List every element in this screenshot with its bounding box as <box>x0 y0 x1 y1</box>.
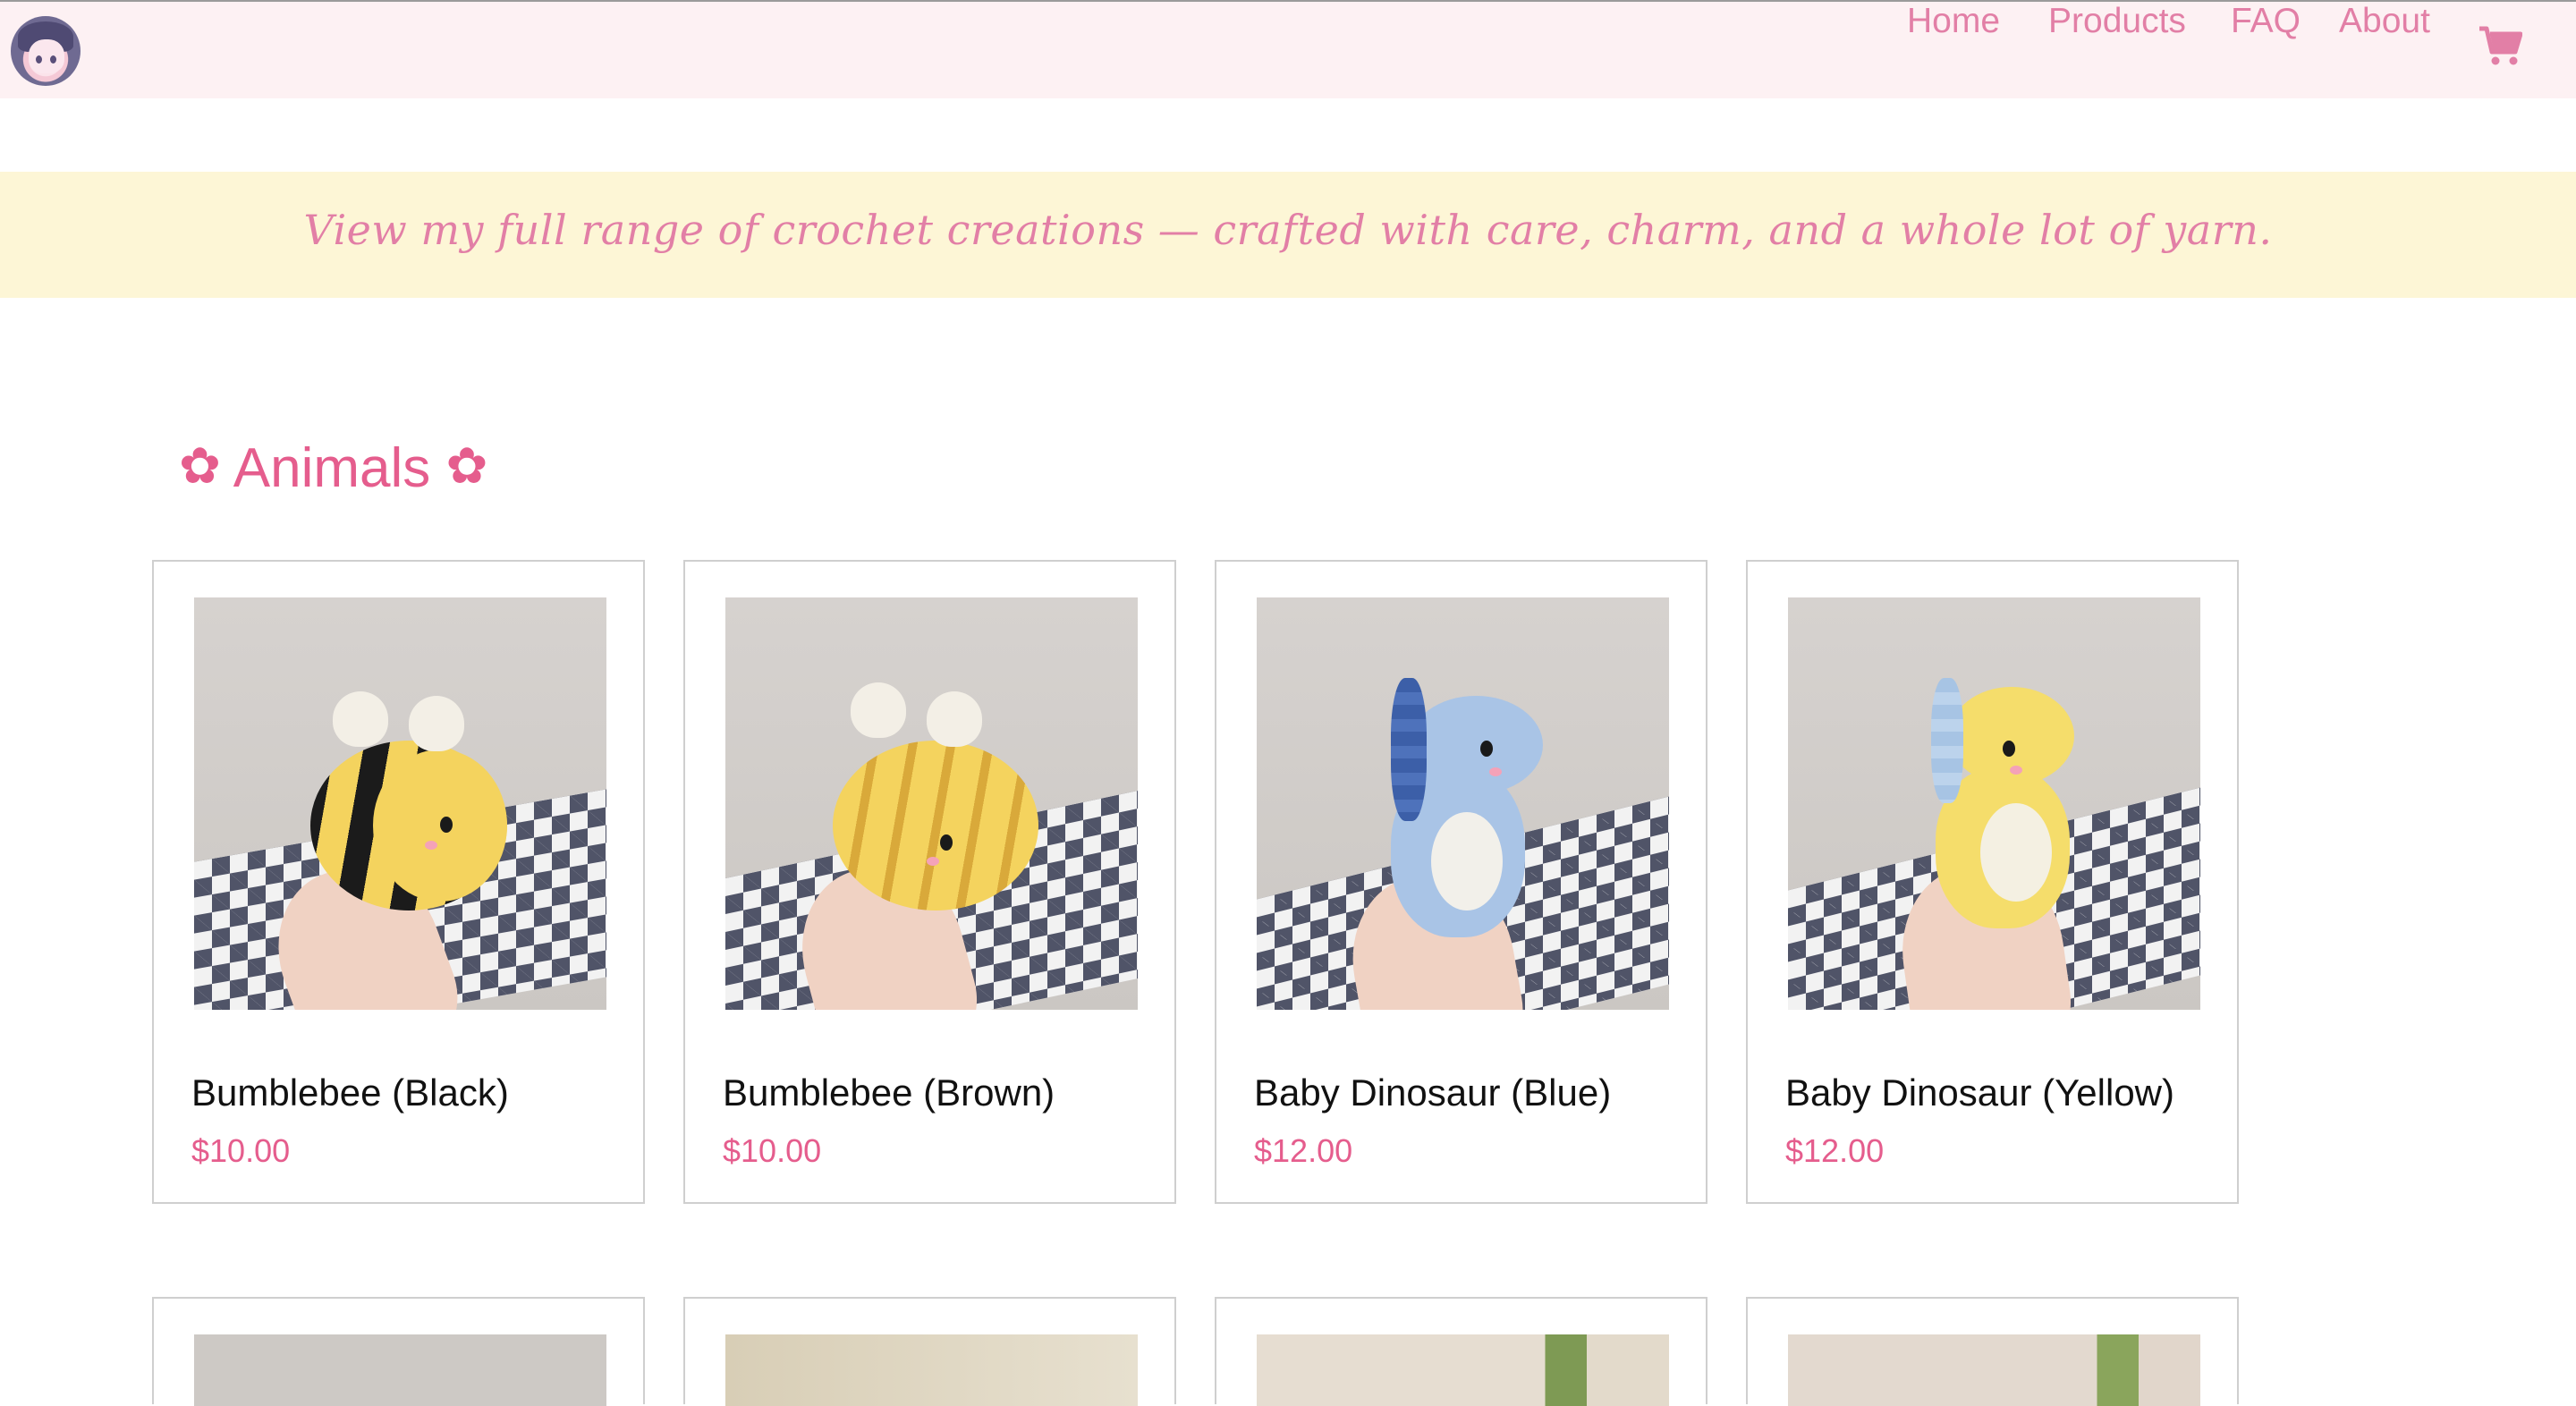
product-name[interactable]: Bumblebee (Brown) <box>723 1071 1055 1114</box>
nav-link-faq[interactable]: FAQ <box>2231 2 2301 41</box>
avatar-logo[interactable] <box>11 16 80 86</box>
navbar: Home Products FAQ About <box>0 2 2576 98</box>
product-image[interactable] <box>1788 597 2200 1010</box>
product-card[interactable]: Bumblebee (Black) $10.00 <box>152 560 645 1204</box>
product-card[interactable]: Baby Dinosaur (Yellow) $12.00 <box>1746 560 2239 1204</box>
nav-link-home[interactable]: Home <box>1907 2 2000 41</box>
product-name[interactable]: Baby Dinosaur (Yellow) <box>1785 1071 2174 1114</box>
product-image[interactable] <box>725 1334 1138 1406</box>
product-card[interactable] <box>1215 1297 1707 1406</box>
nav-link-about[interactable]: About <box>2339 2 2430 41</box>
product-image[interactable] <box>1788 1334 2200 1406</box>
section-title: ✿ Animals ✿ <box>179 436 487 499</box>
product-card[interactable] <box>1746 1297 2239 1406</box>
flower-icon: ✿ <box>179 437 221 494</box>
shopping-cart-icon[interactable] <box>2478 25 2522 66</box>
product-price: $12.00 <box>1254 1132 1353 1169</box>
product-card[interactable]: Baby Dinosaur (Blue) $12.00 <box>1215 560 1707 1204</box>
product-image[interactable] <box>725 597 1138 1010</box>
product-name[interactable]: Bumblebee (Black) <box>191 1071 509 1114</box>
section-title-text: Animals <box>233 437 431 499</box>
nav-link-products[interactable]: Products <box>2048 2 2186 41</box>
product-image[interactable] <box>1257 597 1669 1010</box>
product-price: $12.00 <box>1785 1132 1885 1169</box>
product-image[interactable] <box>1257 1334 1669 1406</box>
product-name[interactable]: Baby Dinosaur (Blue) <box>1254 1071 1611 1114</box>
product-card[interactable] <box>152 1297 645 1406</box>
product-price: $10.00 <box>723 1132 822 1169</box>
product-card[interactable] <box>683 1297 1176 1406</box>
product-image[interactable] <box>194 597 606 1010</box>
intro-banner: View my full range of crochet creations … <box>0 172 2576 298</box>
flower-icon: ✿ <box>445 437 488 494</box>
banner-text: View my full range of crochet creations … <box>303 206 2273 254</box>
product-price: $10.00 <box>191 1132 291 1169</box>
product-card[interactable]: Bumblebee (Brown) $10.00 <box>683 560 1176 1204</box>
product-image[interactable] <box>194 1334 606 1406</box>
